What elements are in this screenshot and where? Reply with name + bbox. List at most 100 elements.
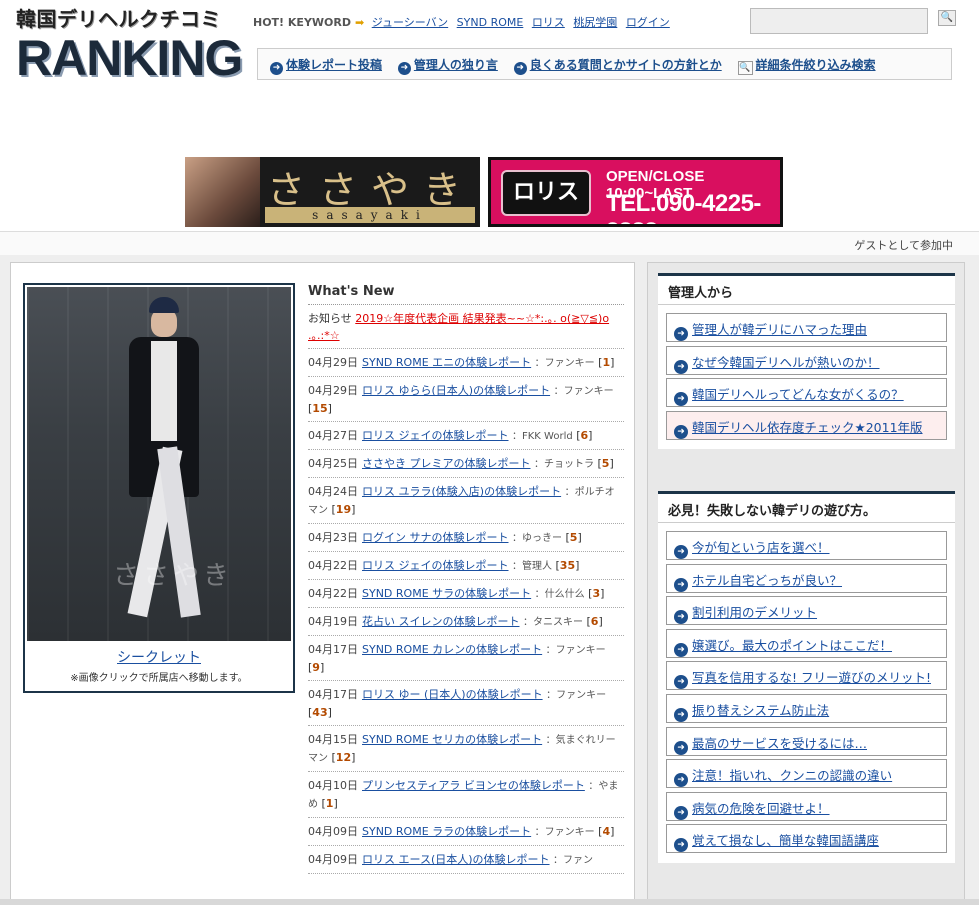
sidebar-link-item[interactable]: ➜ 最高のサービスを受けるには… (666, 726, 947, 756)
news-entry: 04月09日 SYND ROME ララの体験レポート ：ファンキー [4] (308, 818, 624, 846)
horizontal-scrollbar[interactable] (0, 899, 979, 905)
entry-date: 04月25日 (308, 457, 358, 470)
sidebar-link[interactable]: 注意！指いれ、クンニの認識の違い (692, 768, 892, 783)
report-link[interactable]: ロリス ジェイの体験レポート (362, 559, 509, 572)
reporter-name: チョットラ (544, 459, 594, 470)
sasayaki-banner[interactable]: ささやき sasayaki (185, 157, 480, 227)
entry-date: 04月22日 (308, 559, 358, 572)
featured-girl: ささやき シークレット ※画像クリックで所属店へ移動します。 (23, 283, 295, 693)
sidebar-link-item[interactable]: ➜ 割引利用のデメリット (666, 596, 947, 626)
sidebar-link-item[interactable]: ➜ ホテル自宅どっちが良い？ (666, 563, 947, 593)
guide-box-title: 必見！失敗しない韓デリの遊び方。 (658, 491, 955, 523)
nav-admin-blog[interactable]: ➜ 管理人の独り言 (397, 56, 498, 75)
sidebar-link[interactable]: 韓国デリヘル依存度チェック★2011年版 (692, 420, 923, 435)
report-link[interactable]: ロリス エース(日本人)の体験レポート (362, 853, 550, 866)
sidebar-link[interactable]: 管理人が韓デリにハマった理由 (692, 322, 867, 337)
search-button[interactable]: 🔍 (938, 10, 956, 26)
featured-name-link[interactable]: シークレット (117, 650, 201, 666)
sidebar-link-item[interactable]: ➜ 病気の危険を回避せよ！ (666, 791, 947, 821)
keyword-link[interactable]: 桃尻学園 (573, 16, 617, 29)
admin-box-title: 管理人から (658, 273, 955, 305)
sidebar-link[interactable]: なぜ今韓国デリヘルが熱いのか！ (692, 355, 880, 370)
news-entry: 04月29日 ロリス ゆらら(日本人)の体験レポート ：ファンキー [15] (308, 377, 624, 422)
news-entry: 04月22日 SYND ROME サラの体験レポート ：什么什么 [3] (308, 580, 624, 608)
sidebar-link-item[interactable]: ➜ 振り替えシステム防止法 (666, 693, 947, 723)
sidebar-link-item[interactable]: ➜ 嬢選び。最大のポイントはここだ！ (666, 628, 947, 658)
arrow-circle-icon: ➜ (674, 838, 688, 853)
report-link[interactable]: SYND ROME ララの体験レポート (362, 825, 531, 838)
banner-photo (185, 157, 260, 227)
arrow-circle-icon: ➜ (674, 707, 688, 722)
reporter-name: ファンキー (556, 690, 607, 701)
banner-title: ささやき (267, 168, 476, 212)
sidebar-link-item[interactable]: ➜ 注意！指いれ、クンニの認識の違い (666, 759, 947, 789)
sidebar-link-item[interactable]: ➜ 写真を信用するな! フリー遊びのメリット! (666, 661, 947, 691)
search-input[interactable] (750, 8, 928, 34)
report-link[interactable]: プリンセスティアラ ビヨンセの体験レポート (362, 779, 585, 792)
report-link[interactable]: SYND ROME カレンの体験レポート (362, 643, 542, 656)
sidebar-link-item[interactable]: ➜ なぜ今韓国デリヘルが熱いのか！ (666, 345, 947, 375)
whats-new-title: What's New (308, 283, 624, 305)
sidebar-link[interactable]: 最高のサービスを受けるには… (692, 736, 867, 751)
sidebar-link-item[interactable]: ➜ 韓国デリヘルってどんな女がくるの？ (666, 378, 947, 408)
logo-japanese: 韓国デリヘルクチコミ (16, 7, 221, 31)
comment-count: 15 (312, 402, 328, 415)
nav-post-report[interactable]: ➜ 体験レポート投稿 (270, 56, 382, 75)
news-entry: 04月22日 ロリス ジェイの体験レポート ：管理人 [35] (308, 552, 624, 580)
sidebar-link[interactable]: 覚えて損なし、簡単な韓国語講座 (692, 833, 879, 848)
site-logo[interactable]: 韓国デリヘルクチコミ RANKING (16, 6, 243, 84)
report-link[interactable]: SYND ROME セリカの体験レポート (362, 733, 542, 746)
report-link[interactable]: SYND ROME サラの体験レポート (362, 587, 531, 600)
sidebar-link[interactable]: 嬢選び。最大のポイントはここだ！ (692, 638, 892, 653)
notice-item: お知らせ 2019☆年度代表企画 結果発表~~☆*:.｡. o(≧▽≦)o .｡… (308, 305, 624, 349)
keyword-link[interactable]: ジューシーバン (372, 16, 448, 29)
admin-box: 管理人から ➜ 管理人が韓デリにハマった理由 ➜ なぜ今韓国デリヘルが熱いのか！ ➜ 韓国… (658, 273, 955, 450)
keyword-link[interactable]: SYND ROME (457, 16, 524, 29)
news-entry: 04月19日 花占い スイレンの体験レポート ：タニスキー [6] (308, 608, 624, 636)
arrow-circle-icon: ➜ (513, 62, 527, 75)
arrow-circle-icon: ➜ (674, 610, 688, 625)
nav-faq[interactable]: ➜ 良くある質問とかサイトの方針とか (513, 56, 722, 75)
report-link[interactable]: SYND ROME エニの体験レポート (362, 356, 531, 369)
comment-count: 19 (335, 503, 352, 516)
comment-count: 5 (601, 457, 610, 470)
reporter-name: ファンキー (544, 358, 595, 369)
sidebar-link-item[interactable]: ➜ 今が旬という店を選べ！ (666, 531, 947, 560)
sidebar-link[interactable]: ホテル自宅どっちが良い？ (692, 573, 842, 588)
comment-count: 3 (592, 587, 601, 600)
featured-photo[interactable]: ささやき (27, 287, 291, 641)
comment-count: 6 (590, 615, 599, 628)
keyword-link[interactable]: ロリス (532, 16, 565, 29)
report-link[interactable]: ロリス ゆー (日本人)の体験レポート (362, 688, 543, 701)
entry-date: 04月27日 (308, 429, 358, 442)
news-entry: 04月10日 プリンセスティアラ ビヨンセの体験レポート ：やまめ [1] (308, 772, 624, 818)
report-link[interactable]: ささやき プレミアの体験レポート (362, 457, 531, 470)
sidebar-link[interactable]: 病気の危険を回避せよ！ (692, 801, 830, 816)
sidebar-link[interactable]: 写真を信用するな! フリー遊びのメリット! (692, 670, 931, 685)
entry-date: 04月17日 (308, 643, 358, 656)
sidebar-link-item[interactable]: ➜ 管理人が韓デリにハマった理由 (666, 313, 947, 342)
sidebar-link-item[interactable]: ➜ 覚えて損なし、簡単な韓国語講座 (666, 824, 947, 854)
report-link[interactable]: ロリス ジェイの体験レポート (362, 429, 509, 442)
sidebar-link[interactable]: 韓国デリヘルってどんな女がくるの？ (692, 387, 904, 402)
news-entry: 04月29日 SYND ROME エニの体験レポート ：ファンキー [1] (308, 349, 624, 377)
arrow-right-icon: ➡ (355, 16, 365, 29)
entry-date: 04月15日 (308, 733, 358, 746)
report-link[interactable]: 花占い スイレンの体験レポート (362, 615, 520, 628)
keyword-link[interactable]: ログイン (626, 16, 670, 29)
sidebar-link[interactable]: 割引利用のデメリット (692, 605, 817, 620)
search-icon: 🔍 (940, 12, 954, 23)
report-link[interactable]: ログイン サナの体験レポート (362, 531, 509, 544)
sidebar-link[interactable]: 振り替えシステム防止法 (692, 703, 829, 718)
comment-count: 1 (602, 356, 611, 369)
sidebar-link-item[interactable]: ➜ 韓国デリヘル依存度チェック★2011年版 (666, 410, 947, 440)
nav-advanced-search[interactable]: 🔍 詳細条件絞り込み検索 (737, 56, 876, 75)
loris-banner[interactable]: ロリス OPEN/CLOSE 10:00~LAST TEL.090-4225-3… (488, 157, 783, 227)
watermark: ささやき (113, 561, 234, 591)
sidebar-link[interactable]: 今が旬という店を選べ！ (692, 540, 830, 555)
arrow-circle-icon: ➜ (674, 359, 688, 374)
report-link[interactable]: ロリス ゆらら(日本人)の体験レポート (362, 384, 550, 397)
notice-link[interactable]: 2019☆年度代表企画 結果発表~~☆*:.｡. o(≧▽≦)o .｡.:*☆ (308, 312, 609, 342)
news-entry: 04月23日 ログイン サナの体験レポート ：ゆっきー [5] (308, 524, 624, 552)
report-link[interactable]: ロリス ユララ(体験入店)の体験レポート (362, 485, 561, 498)
